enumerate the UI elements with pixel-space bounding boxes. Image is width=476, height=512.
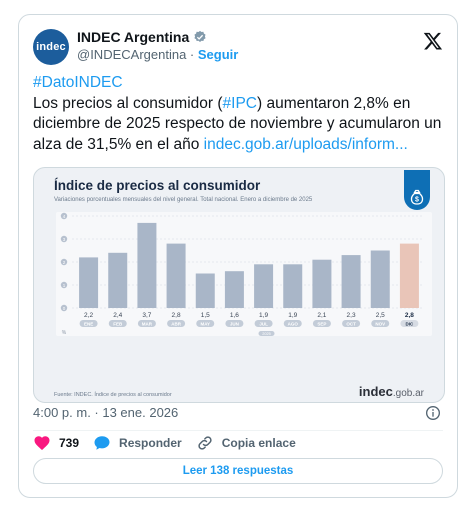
text-before: Los precios al consumidor ( xyxy=(33,94,223,112)
y-unit-label: % xyxy=(62,330,67,336)
bar xyxy=(137,222,157,308)
hashtag-datoindec[interactable]: #DatoINDEC xyxy=(33,74,123,91)
indec-logo: indec.gob.ar xyxy=(359,384,424,399)
link-icon xyxy=(198,436,212,450)
bar xyxy=(108,252,128,308)
data-label: 2,8 xyxy=(172,312,181,319)
tweet-text: #DatoINDEC Los precios al consumidor (#I… xyxy=(33,73,447,155)
tweet-link[interactable]: indec.gob.ar/uploads/inform... xyxy=(204,136,408,153)
bar xyxy=(283,264,303,308)
bar xyxy=(224,271,244,308)
like-button[interactable]: 739 xyxy=(33,434,79,452)
reply-button[interactable]: Responder xyxy=(93,434,182,452)
bar-chart: 01234%2,2ENE2,4FEB3,7MAR2,8ABR1,5MAY1,6J… xyxy=(56,212,432,336)
bar xyxy=(195,273,215,308)
hashtag-ipc[interactable]: #IPC xyxy=(223,95,257,112)
x-tick-label: JUL xyxy=(259,322,268,327)
action-bar: 739 Responder Copia enlace xyxy=(33,433,296,453)
x-tick-label: OCT xyxy=(346,322,356,327)
verified-badge-icon xyxy=(194,30,206,42)
x-tick-label: ABR xyxy=(171,322,181,327)
data-label: 1,9 xyxy=(259,312,268,319)
logo-domain: .gob.ar xyxy=(392,388,424,399)
separator: · xyxy=(186,47,198,62)
data-label: 2,3 xyxy=(347,312,356,319)
data-label: 2,1 xyxy=(317,312,326,319)
likes-count: 739 xyxy=(59,436,80,450)
reply-label: Responder xyxy=(119,436,182,450)
x-tick-label: AGO xyxy=(288,322,299,327)
bar xyxy=(399,243,419,308)
copy-link-button[interactable]: Copia enlace xyxy=(196,434,296,452)
timestamp[interactable]: 4:00 p. m. · 13 ene. 2026 xyxy=(33,405,178,420)
x-tick-label: JUN xyxy=(230,322,239,327)
chart-source: Fuente: INDEC. Índice de precios al cons… xyxy=(54,392,172,398)
data-label: 2,5 xyxy=(376,312,385,319)
x-tick-label: SEP xyxy=(317,322,326,327)
data-label: 1,6 xyxy=(230,312,239,319)
x-tick-label: FEB xyxy=(113,322,123,327)
data-label: 1,5 xyxy=(201,312,210,319)
bar xyxy=(312,259,332,308)
bar xyxy=(254,264,274,308)
tweet-header: indec INDEC Argentina @INDECArgentina · … xyxy=(33,27,443,67)
handle-row: @INDECArgentina · Seguir xyxy=(77,47,238,62)
divider xyxy=(33,430,443,431)
name-row: INDEC Argentina xyxy=(77,29,207,45)
bar xyxy=(370,250,390,308)
x-logo-icon[interactable] xyxy=(423,31,443,51)
read-replies-button[interactable]: Leer 138 respuestas xyxy=(33,458,443,484)
data-label: 1,9 xyxy=(288,312,297,319)
data-label: 2,8 xyxy=(405,312,414,319)
data-label: 2,4 xyxy=(113,312,122,319)
avatar[interactable]: indec xyxy=(33,29,69,65)
handle[interactable]: @INDECArgentina xyxy=(77,47,186,62)
tweet-card[interactable]: indec INDEC Argentina @INDECArgentina · … xyxy=(18,14,458,498)
follow-button[interactable]: Seguir xyxy=(198,47,238,62)
logo-bold: indec xyxy=(358,384,393,399)
bar xyxy=(341,255,361,308)
x-tick-label: DIC xyxy=(406,322,415,327)
copy-link-label: Copia enlace xyxy=(221,436,296,450)
year-label: 2025 xyxy=(262,332,270,336)
reply-bubble-icon xyxy=(94,436,110,450)
bar xyxy=(166,243,186,308)
data-label: 2,2 xyxy=(84,312,93,319)
data-label: 3,7 xyxy=(142,312,151,319)
display-name[interactable]: INDEC Argentina xyxy=(77,29,189,45)
bar xyxy=(79,257,99,308)
x-tick-label: ENE xyxy=(84,322,93,327)
x-tick-label: NOV xyxy=(375,322,385,327)
info-icon[interactable] xyxy=(425,405,441,421)
heart-icon xyxy=(34,436,50,451)
media-image[interactable]: Índice de precios al consumidor Variacio… xyxy=(33,167,445,403)
x-tick-label: MAR xyxy=(142,322,153,327)
x-tick-label: MAY xyxy=(200,322,210,327)
